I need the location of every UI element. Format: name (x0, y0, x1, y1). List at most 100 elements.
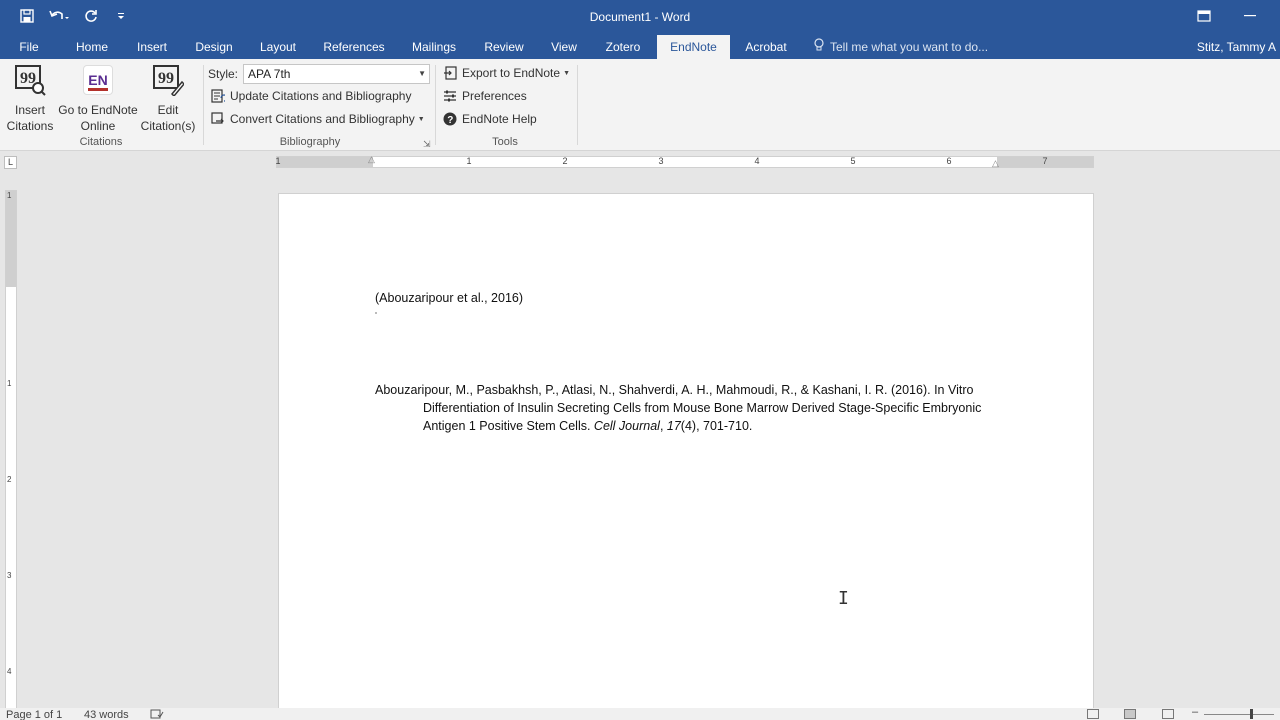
help-icon: ? (443, 112, 457, 126)
in-text-citation[interactable]: (Abouzaripour et al., 2016) (375, 291, 523, 305)
insert-citations-line1: Insert (14, 103, 45, 117)
goto-endnote-line2: Online (80, 119, 116, 133)
proofing-icon[interactable] (150, 709, 164, 720)
zoom-out-icon[interactable]: – (1192, 706, 1198, 718)
export-icon (443, 66, 457, 80)
dialog-launcher-icon[interactable]: ⇲ (423, 139, 431, 150)
ruler-number: 6 (946, 156, 952, 166)
minimize-icon[interactable] (1230, 6, 1270, 26)
export-to-endnote-button[interactable]: Export to EndNote ▼ (443, 63, 570, 83)
tab-file[interactable]: File (10, 35, 48, 59)
print-layout-icon[interactable] (1124, 709, 1136, 719)
chevron-down-icon: ▼ (418, 69, 426, 78)
dropdown-caret-icon: ▼ (563, 69, 570, 77)
convert-citations-label: Convert Citations and Bibliography (230, 112, 415, 126)
tab-mailings[interactable]: Mailings (406, 35, 462, 59)
group-divider (435, 65, 436, 145)
tab-view[interactable]: View (546, 35, 582, 59)
convert-citations-button[interactable]: Convert Citations and Bibliography ▼ (211, 109, 425, 129)
ruler-number: 7 (1042, 156, 1048, 166)
bibliography-entry[interactable]: Abouzaripour, M., Pasbakhsh, P., Atlasi,… (375, 381, 1015, 435)
bib-volume: 17 (666, 419, 681, 433)
endnote-help-label: EndNote Help (462, 112, 537, 126)
window-title: Document1 - Word (589, 10, 691, 24)
text-cursor-icon: I (838, 588, 849, 609)
tab-selector[interactable]: L (4, 156, 17, 169)
tab-home[interactable]: Home (70, 35, 114, 59)
tab-acrobat[interactable]: Acrobat (738, 35, 794, 59)
style-label: Style: (208, 67, 239, 81)
web-layout-icon[interactable] (1162, 709, 1174, 719)
ribbon-display-options-icon[interactable] (1184, 6, 1224, 26)
tell-me-box[interactable]: Tell me what you want to do... (814, 35, 988, 59)
tab-layout[interactable]: Layout (254, 35, 302, 59)
tools-group-label: Tools (492, 136, 518, 148)
edit-citations-line2: Citation(s) (140, 119, 196, 133)
dropdown-caret-icon: ▼ (417, 115, 425, 123)
update-citations-button[interactable]: Update Citations and Bibliography (211, 86, 411, 106)
ruler-number: 5 (850, 156, 856, 166)
go-to-endnote-online-button[interactable]: EN Go to EndNote Online (56, 63, 140, 134)
word-window: Document1 - Word File Home Insert Design… (0, 0, 1280, 720)
tab-zotero[interactable]: Zotero (598, 35, 648, 59)
tab-design[interactable]: Design (190, 35, 238, 59)
vertical-ruler[interactable]: 1 1 2 3 4 (5, 190, 17, 710)
endnote-ribbon: 99 Insert Citations EN Go to EndNote Onl… (0, 59, 1280, 151)
zoom-slider-thumb[interactable] (1250, 709, 1253, 719)
vruler-number: 1 (7, 191, 12, 200)
export-label: Export to EndNote (462, 66, 561, 80)
page-count[interactable]: Page 1 of 1 (6, 709, 62, 720)
style-dropdown[interactable]: APA 7th ▼ (243, 64, 430, 84)
title-bar: Document1 - Word (0, 0, 1280, 35)
bib-suffix: (4), 701-710. (680, 419, 753, 433)
ruler-number: 1 (466, 156, 472, 166)
word-count[interactable]: 43 words (84, 709, 129, 720)
lightbulb-icon (814, 35, 824, 59)
left-indent-marker[interactable]: △ (368, 154, 375, 165)
edit-citation-icon: 99 (151, 63, 185, 97)
update-citations-label: Update Citations and Bibliography (230, 89, 412, 103)
insert-citation-icon: 99 (13, 63, 47, 97)
preferences-icon (443, 89, 457, 103)
read-mode-icon[interactable] (1087, 709, 1099, 719)
ribbon-tabs: File Home Insert Design Layout Reference… (0, 35, 1280, 59)
convert-icon (211, 112, 225, 126)
zoom-slider[interactable] (1204, 709, 1274, 719)
group-divider (577, 65, 578, 145)
endnote-logo-text: EN (88, 72, 108, 88)
document-page[interactable]: (Abouzaripour et al., 2016) Abouzaripour… (278, 193, 1094, 720)
goto-endnote-line1: Go to EndNote (58, 103, 138, 117)
ruler-number: 4 (754, 156, 760, 166)
ruler-number: 3 (658, 156, 664, 166)
paragraph-mark (375, 312, 377, 314)
update-icon (211, 89, 225, 103)
bibliography-group-label: Bibliography (279, 136, 341, 148)
endnote-help-button[interactable]: ? EndNote Help (443, 109, 537, 129)
top-margin-shade (6, 191, 16, 287)
horizontal-ruler[interactable]: 1 1 2 3 4 5 6 7 (275, 156, 1094, 168)
ruler-number: 2 (562, 156, 568, 166)
edit-citations-line1: Edit (157, 103, 179, 117)
group-divider (203, 65, 204, 145)
bib-separator: , (659, 419, 667, 433)
insert-citations-button[interactable]: 99 Insert Citations (6, 63, 54, 134)
user-name[interactable]: Stitz, Tammy A (1197, 35, 1276, 59)
citations-group-label: Citations (79, 136, 123, 148)
right-indent-marker[interactable]: △ (992, 158, 999, 169)
preferences-button[interactable]: Preferences (443, 86, 527, 106)
svg-text:?: ? (447, 115, 453, 126)
tab-references[interactable]: References (318, 35, 390, 59)
style-value: APA 7th (248, 67, 291, 81)
left-margin-shade (277, 157, 373, 167)
tab-review[interactable]: Review (478, 35, 530, 59)
vruler-number: 4 (7, 667, 12, 676)
status-bar: Page 1 of 1 43 words – (0, 706, 1280, 720)
vruler-number: 3 (7, 571, 12, 580)
endnote-logo-icon: EN (81, 63, 115, 97)
tab-insert[interactable]: Insert (130, 35, 174, 59)
edit-citations-button[interactable]: 99 Edit Citation(s) (140, 63, 196, 134)
vruler-number: 1 (7, 379, 12, 388)
tab-endnote[interactable]: EndNote (657, 35, 730, 59)
vruler-number: 2 (7, 475, 12, 484)
tell-me-placeholder: Tell me what you want to do... (830, 40, 989, 54)
